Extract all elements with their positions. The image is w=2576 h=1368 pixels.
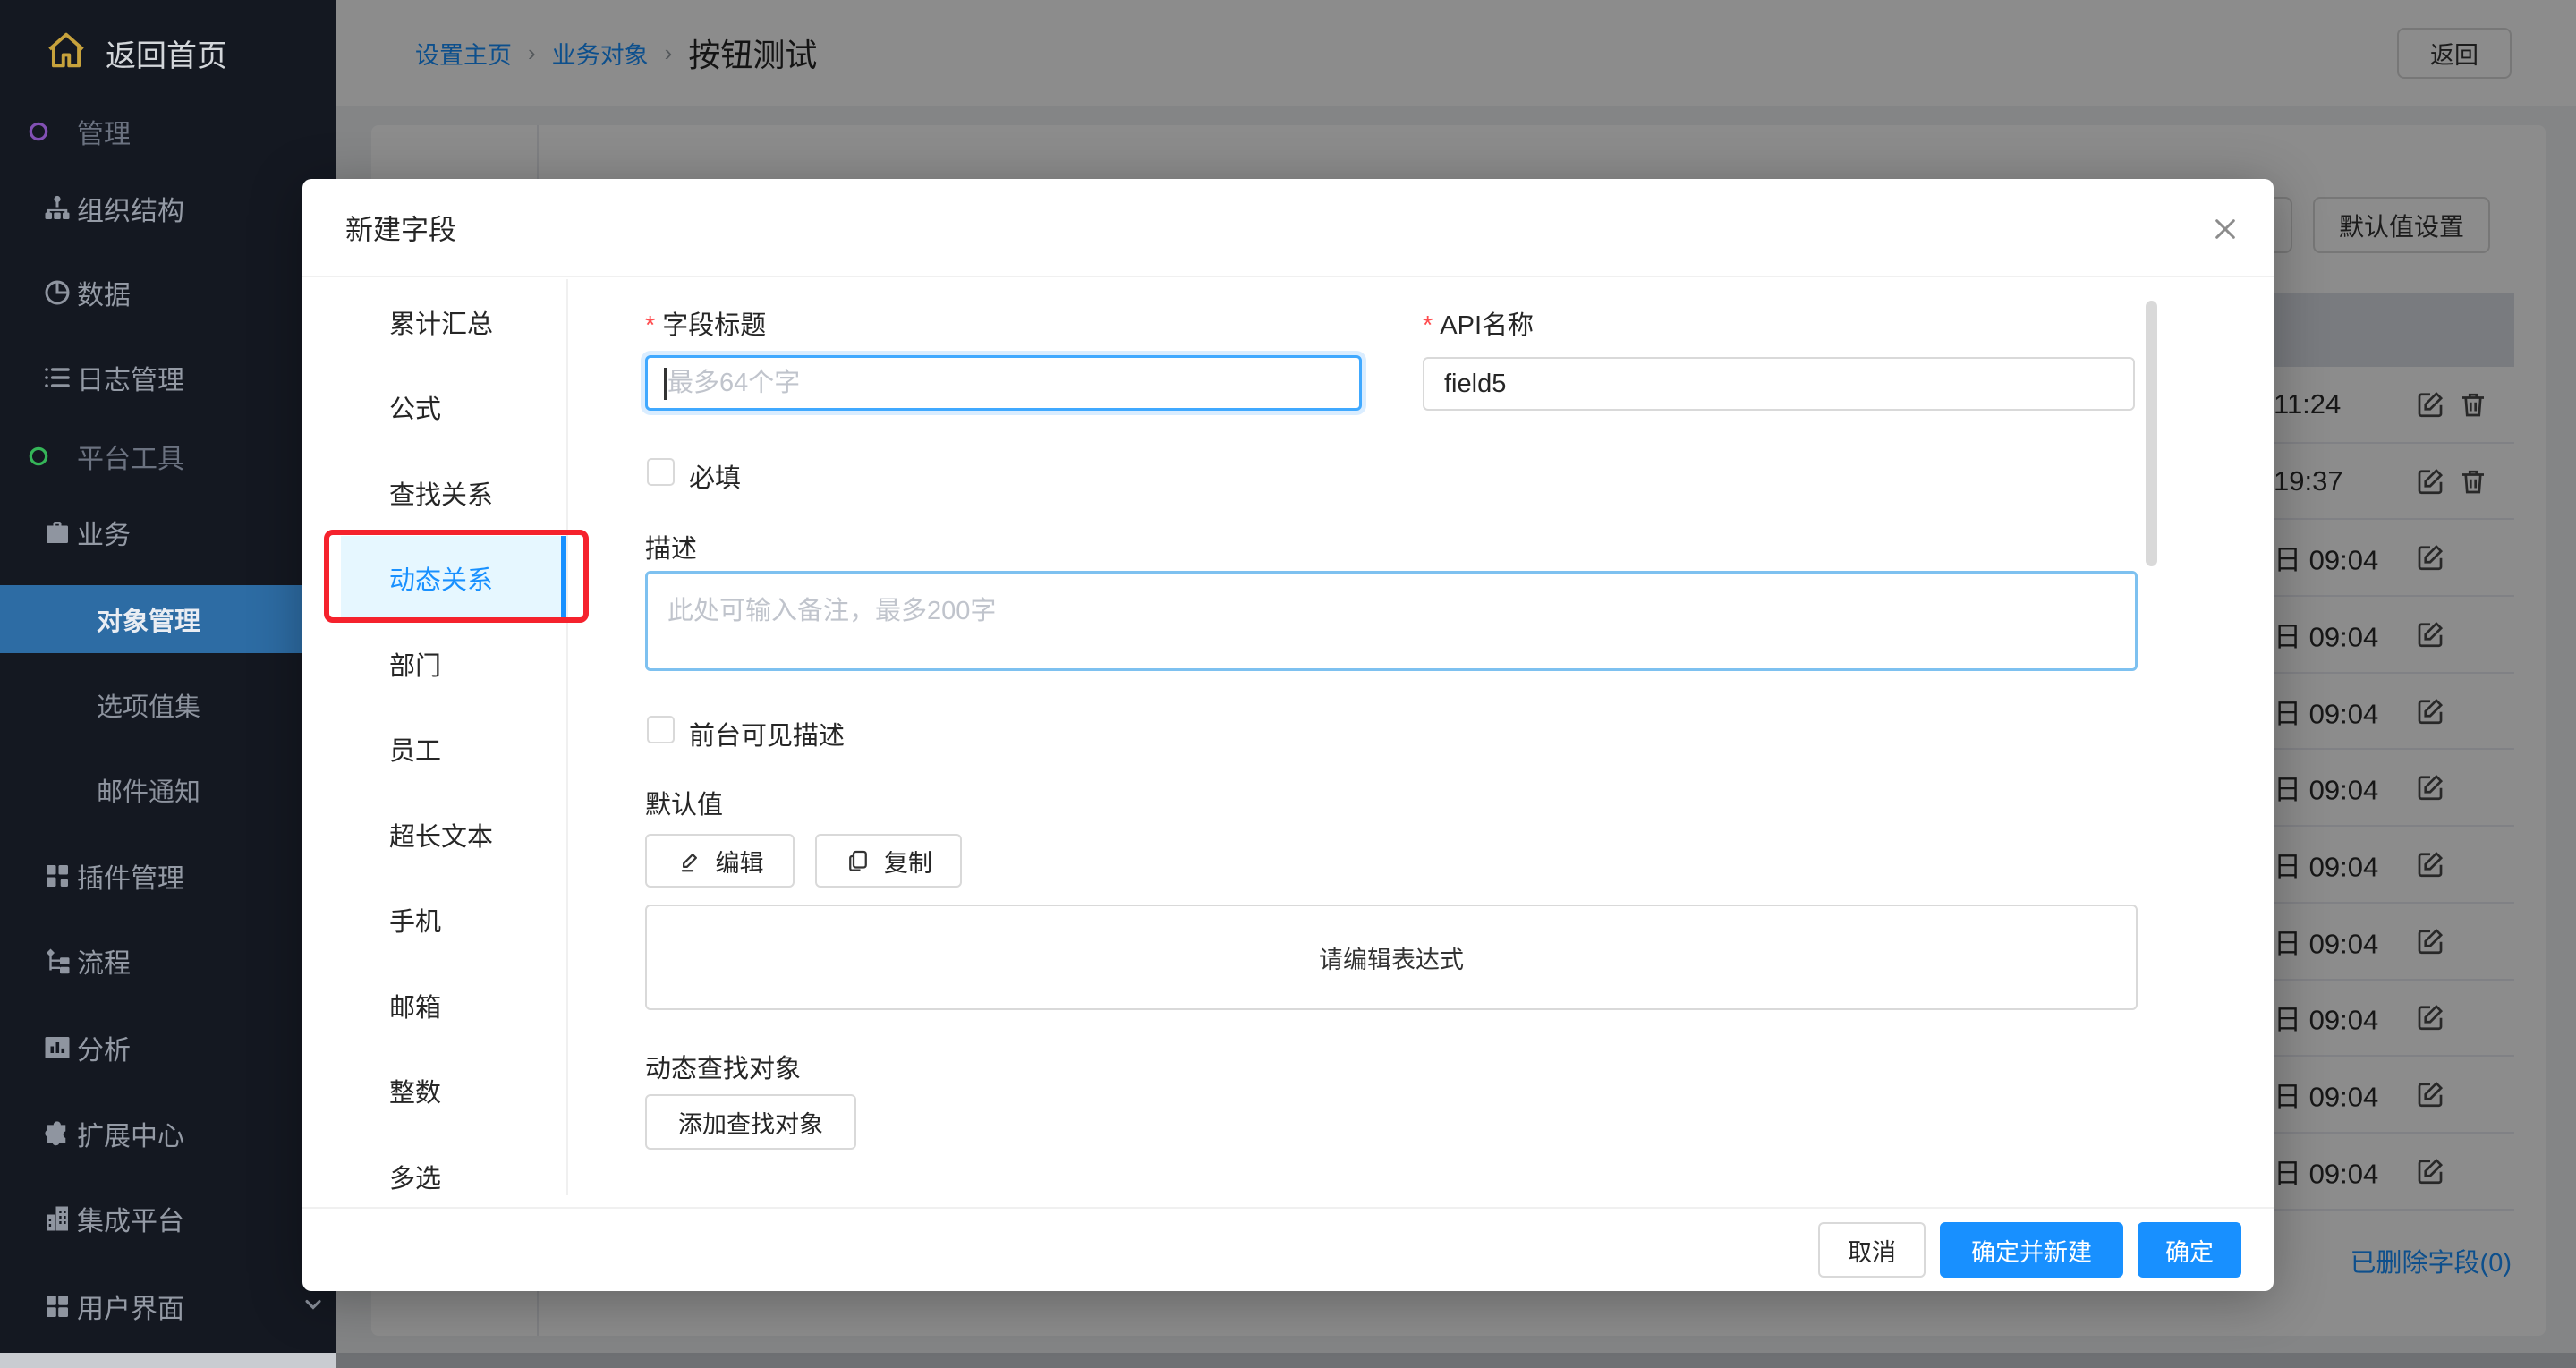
required-checkbox[interactable] <box>647 458 675 486</box>
close-icon[interactable] <box>2211 215 2240 243</box>
menu-item-employee[interactable]: 员工 <box>341 707 566 793</box>
sidebar-item-mail-notify[interactable]: 邮件通知 <box>0 756 336 824</box>
new-field-modal: 新建字段 累计汇总 公式 查找关系 动态关系 部门 员工 超长文本 手机 邮箱 … <box>302 179 2274 1291</box>
add-lookup-object-button[interactable]: 添加查找对象 <box>645 1094 856 1150</box>
sidebar-home[interactable]: 返回首页 <box>0 14 336 86</box>
required-label: 必填 <box>689 457 741 495</box>
default-value-label: 默认值 <box>645 784 723 821</box>
modal-title: 新建字段 <box>345 208 456 248</box>
grid-icon <box>41 1290 73 1322</box>
dynamic-lookup-label: 动态查找对象 <box>645 1048 801 1085</box>
ring-purple-icon <box>27 120 50 143</box>
menu-item-long-text[interactable]: 超长文本 <box>341 792 566 878</box>
menu-item-integer[interactable]: 整数 <box>341 1049 566 1134</box>
home-icon <box>43 27 89 73</box>
sidebar-item-manage[interactable]: 管理 <box>0 98 336 166</box>
sidebar-item-flow[interactable]: 流程 <box>0 927 336 995</box>
sidebar-item-plugins[interactable]: 插件管理 <box>0 842 336 910</box>
modal-footer: 取消 确定并新建 确定 <box>302 1207 2274 1291</box>
sidebar-item-integration-platform[interactable]: 集成平台 <box>0 1185 336 1253</box>
sidebar-item-business[interactable]: 业务 <box>0 498 336 566</box>
building-icon <box>41 1202 73 1235</box>
sidebar-item-option-sets[interactable]: 选项值集 <box>0 671 336 739</box>
sidebar-item-logs[interactable]: 日志管理 <box>0 344 336 412</box>
modal-header: 新建字段 <box>302 179 2274 277</box>
plugin-grid-icon <box>41 860 73 892</box>
edit-button[interactable]: 编辑 <box>645 834 795 888</box>
expression-editor-box[interactable]: 请编辑表达式 <box>645 905 2138 1010</box>
modal-scrollbar-thumb[interactable] <box>2146 301 2157 566</box>
cancel-button[interactable]: 取消 <box>1818 1222 1926 1278</box>
sidebar-item-extension-center[interactable]: 扩展中心 <box>0 1100 336 1168</box>
sidebar-item-analysis[interactable]: 分析 <box>0 1014 336 1082</box>
sidebar-home-label: 返回首页 <box>106 31 227 75</box>
menu-item-phone[interactable]: 手机 <box>341 878 566 964</box>
confirm-button[interactable]: 确定 <box>2138 1222 2241 1278</box>
pie-chart-icon <box>41 276 73 309</box>
text-caret <box>664 368 667 400</box>
org-structure-icon <box>41 192 73 225</box>
description-label: 描述 <box>645 528 697 565</box>
front-visible-desc-label: 前台可见描述 <box>689 715 845 752</box>
menu-item-lookup-relation[interactable]: 查找关系 <box>341 450 566 536</box>
field-type-menu: 累计汇总 公式 查找关系 动态关系 部门 员工 超长文本 手机 邮箱 整数 多选 <box>341 279 568 1195</box>
sidebar: 返回首页 管理 组织结构 数据 日志管理 平台工具 业务 对象管理 <box>0 0 336 1368</box>
app-screen: 返回首页 管理 组织结构 数据 日志管理 平台工具 业务 对象管理 <box>0 0 2576 1368</box>
description-textarea[interactable] <box>645 571 2138 671</box>
sidebar-item-user-interface[interactable]: 用户界面 <box>0 1272 336 1340</box>
flow-icon <box>41 945 73 977</box>
list-icon <box>41 361 73 394</box>
briefcase-icon <box>41 516 73 548</box>
sidebar-item-org-structure[interactable]: 组织结构 <box>0 174 336 242</box>
field-title-label: 字段标题 <box>645 304 766 342</box>
sidebar-item-platform-tools[interactable]: 平台工具 <box>0 422 336 490</box>
pencil-icon <box>676 847 703 874</box>
copy-icon <box>845 847 871 874</box>
menu-item-dynamic-relation[interactable]: 动态关系 <box>341 536 566 622</box>
menu-item-email[interactable]: 邮箱 <box>341 963 566 1049</box>
sidebar-item-data[interactable]: 数据 <box>0 259 336 327</box>
field-title-input[interactable] <box>645 355 1362 411</box>
puzzle-icon <box>41 1117 73 1150</box>
menu-item-department[interactable]: 部门 <box>341 621 566 707</box>
api-name-label: API名称 <box>1423 304 1534 342</box>
confirm-and-new-button[interactable]: 确定并新建 <box>1940 1222 2123 1278</box>
menu-item-rollup-summary[interactable]: 累计汇总 <box>341 279 566 365</box>
sidebar-item-object-management[interactable]: 对象管理 <box>0 585 336 653</box>
ring-green-icon <box>27 445 50 468</box>
menu-item-multi-select[interactable]: 多选 <box>341 1134 566 1195</box>
copy-button[interactable]: 复制 <box>815 834 962 888</box>
front-visible-desc-checkbox[interactable] <box>647 716 675 743</box>
chevron-down-icon[interactable] <box>301 1292 326 1317</box>
menu-item-formula[interactable]: 公式 <box>341 365 566 451</box>
api-name-input[interactable] <box>1423 357 2135 411</box>
bar-chart-icon <box>41 1032 73 1064</box>
